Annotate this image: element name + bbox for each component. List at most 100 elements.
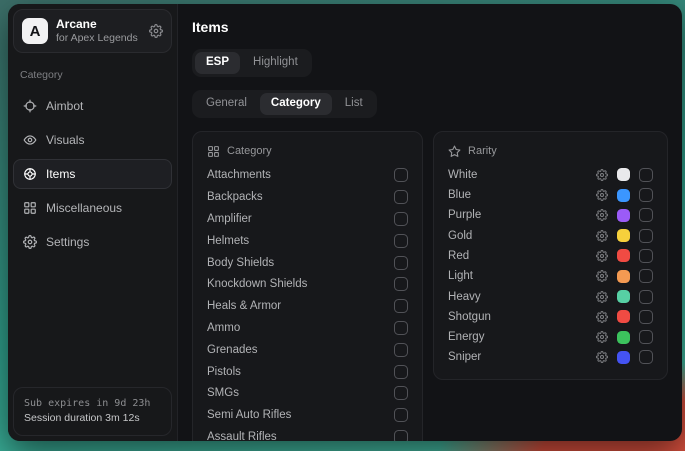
sidebar-item-visuals[interactable]: Visuals — [13, 125, 172, 155]
app-title: Arcane — [56, 17, 138, 32]
category-row: Helmets — [207, 230, 408, 252]
rarity-controls — [596, 208, 653, 222]
checkbox[interactable] — [394, 365, 408, 379]
color-swatch[interactable] — [617, 351, 630, 364]
sidebar-item-label: Items — [46, 167, 75, 181]
gear-icon[interactable] — [596, 209, 608, 221]
gear-icon[interactable] — [596, 169, 608, 181]
category-label: Semi Auto Rifles — [207, 409, 291, 421]
category-label: Ammo — [207, 322, 240, 334]
checkbox[interactable] — [394, 212, 408, 226]
color-swatch[interactable] — [617, 209, 630, 222]
grid-2x2-icon — [207, 145, 220, 158]
rarity-row: White — [448, 165, 653, 185]
checkbox[interactable] — [394, 168, 408, 182]
color-swatch[interactable] — [617, 229, 630, 242]
checkbox[interactable] — [394, 343, 408, 357]
checkbox[interactable] — [639, 188, 653, 202]
color-swatch[interactable] — [617, 290, 630, 303]
rarity-row: Light — [448, 266, 653, 286]
checkbox[interactable] — [639, 229, 653, 243]
mode-option-esp[interactable]: ESP — [195, 52, 240, 74]
color-swatch[interactable] — [617, 331, 630, 344]
checkbox[interactable] — [639, 290, 653, 304]
rarity-panel: Rarity WhiteBluePurpleGoldRedLightHeavyS… — [433, 131, 668, 380]
rarity-row: Heavy — [448, 286, 653, 306]
category-label: Assault Rifles — [207, 431, 277, 441]
category-label: Attachments — [207, 169, 271, 181]
gear-icon[interactable] — [596, 311, 608, 323]
gear-icon[interactable] — [596, 189, 608, 201]
category-panel-header: Category — [207, 145, 408, 158]
gear-icon[interactable] — [596, 250, 608, 262]
category-label: Knockdown Shields — [207, 278, 307, 290]
checkbox[interactable] — [394, 430, 408, 441]
sidebar-item-label: Settings — [46, 235, 89, 249]
app-logo: A — [22, 18, 48, 44]
category-label: Grenades — [207, 344, 258, 356]
category-row: Pistols — [207, 361, 408, 383]
color-swatch[interactable] — [617, 270, 630, 283]
main-content: Items ESPHighlight GeneralCategoryList C… — [178, 4, 682, 441]
rarity-panel-title: Rarity — [468, 145, 497, 157]
checkbox[interactable] — [639, 249, 653, 263]
color-swatch[interactable] — [617, 249, 630, 262]
category-row: Assault Rifles — [207, 426, 408, 441]
sidebar-item-label: Visuals — [46, 133, 84, 147]
checkbox[interactable] — [639, 269, 653, 283]
rarity-row: Red — [448, 246, 653, 266]
checkbox[interactable] — [394, 256, 408, 270]
sidebar-item-label: Aimbot — [46, 99, 83, 113]
sidebar-item-items[interactable]: Items — [13, 159, 172, 189]
sidebar-item-miscellaneous[interactable]: Miscellaneous — [13, 193, 172, 223]
color-swatch[interactable] — [617, 168, 630, 181]
category-row: Attachments — [207, 165, 408, 187]
rarity-label: Shotgun — [448, 311, 491, 323]
sub-expires-text: Sub expires in 9d 23h — [24, 396, 161, 411]
gear-icon[interactable] — [596, 291, 608, 303]
gear-icon[interactable] — [596, 331, 608, 343]
gear-icon[interactable] — [596, 230, 608, 242]
checkbox[interactable] — [394, 277, 408, 291]
desktop-background: A Arcane for Apex Legends Category Aimbo… — [0, 0, 685, 451]
subscription-status-card: Sub expires in 9d 23h Session duration 3… — [13, 387, 172, 436]
gear-icon — [23, 235, 37, 249]
checkbox[interactable] — [394, 234, 408, 248]
category-panel-title: Category — [227, 145, 272, 157]
rarity-label: Energy — [448, 331, 484, 343]
checkbox[interactable] — [639, 310, 653, 324]
rarity-label: Heavy — [448, 291, 481, 303]
tab-general[interactable]: General — [195, 93, 258, 115]
category-rows: AttachmentsBackpacksAmplifierHelmetsBody… — [207, 165, 408, 441]
tab-category[interactable]: Category — [260, 93, 332, 115]
gear-icon[interactable] — [596, 270, 608, 282]
color-swatch[interactable] — [617, 189, 630, 202]
rarity-controls — [596, 168, 653, 182]
checkbox[interactable] — [394, 321, 408, 335]
checkbox[interactable] — [639, 208, 653, 222]
color-swatch[interactable] — [617, 310, 630, 323]
rarity-controls — [596, 350, 653, 364]
category-row: Semi Auto Rifles — [207, 404, 408, 426]
mode-option-highlight[interactable]: Highlight — [242, 52, 309, 74]
checkbox[interactable] — [394, 299, 408, 313]
sidebar-item-settings[interactable]: Settings — [13, 227, 172, 257]
checkbox[interactable] — [394, 190, 408, 204]
category-panel: Category AttachmentsBackpacksAmplifierHe… — [192, 131, 423, 441]
view-tabs: GeneralCategoryList — [192, 90, 377, 118]
checkbox[interactable] — [394, 408, 408, 422]
category-label: Helmets — [207, 235, 249, 247]
checkbox[interactable] — [639, 350, 653, 364]
checkbox[interactable] — [639, 168, 653, 182]
rarity-label: Purple — [448, 209, 481, 221]
gear-icon[interactable] — [596, 351, 608, 363]
category-label: SMGs — [207, 387, 239, 399]
eye-icon — [23, 133, 37, 147]
checkbox[interactable] — [639, 330, 653, 344]
rarity-row: Purple — [448, 205, 653, 225]
gear-icon[interactable] — [149, 24, 163, 38]
tab-list[interactable]: List — [334, 93, 374, 115]
checkbox[interactable] — [394, 386, 408, 400]
rarity-controls — [596, 249, 653, 263]
sidebar-item-aimbot[interactable]: Aimbot — [13, 91, 172, 121]
